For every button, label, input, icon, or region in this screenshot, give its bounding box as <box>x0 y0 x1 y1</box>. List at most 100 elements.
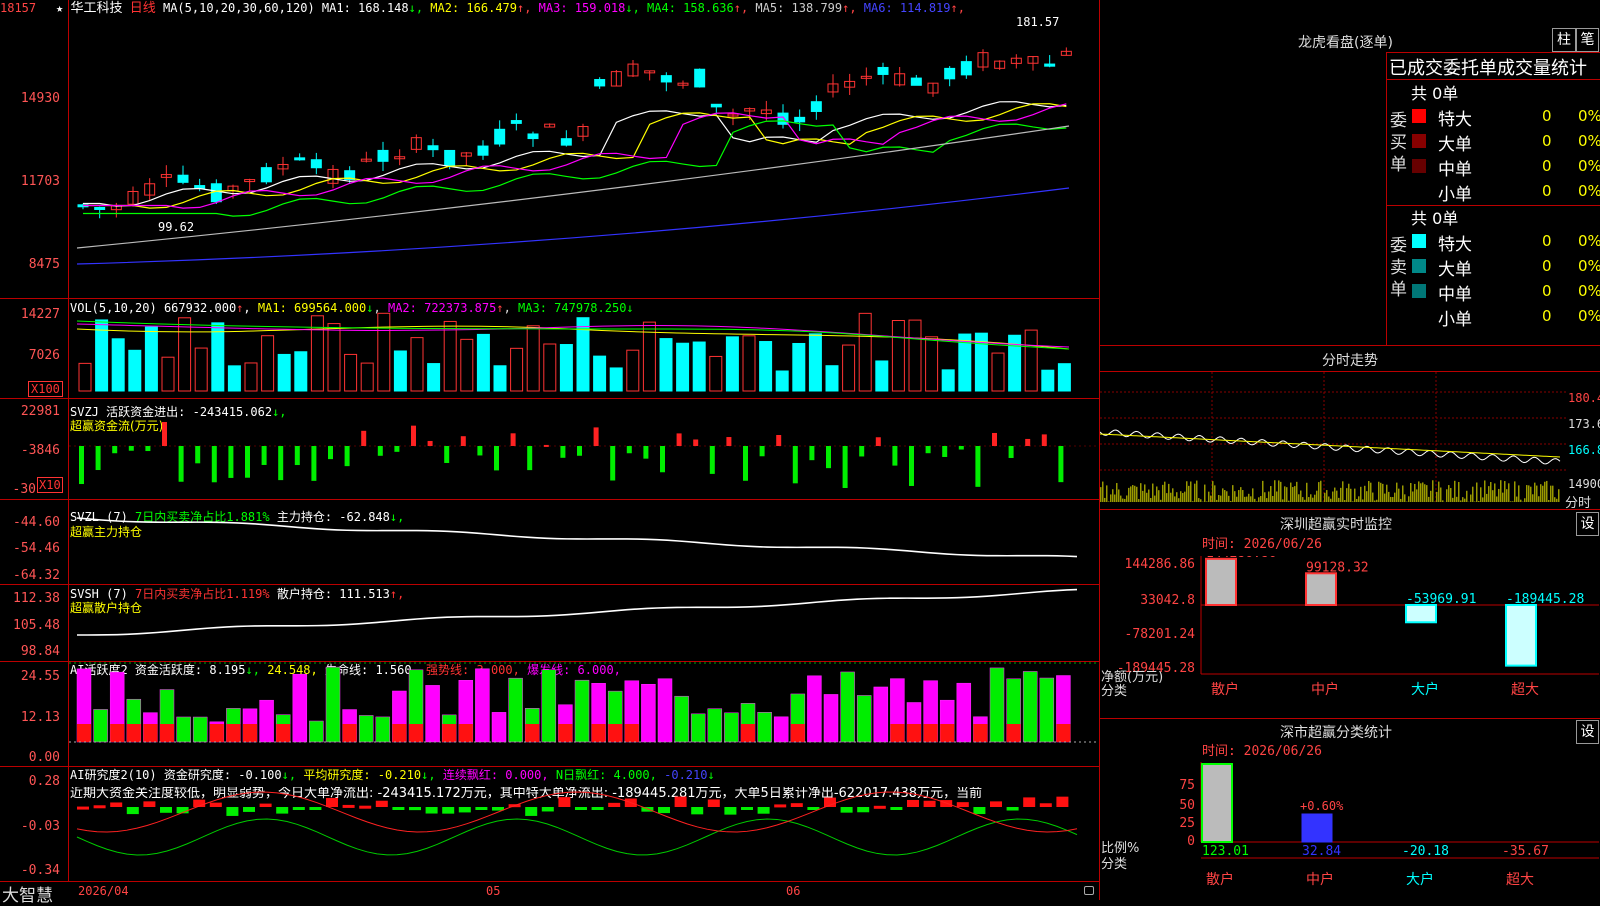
intraday-vol <box>1464 499 1466 502</box>
monitor-xlabel: 分类 <box>1101 684 1127 699</box>
order-pct: 0% <box>1578 307 1600 325</box>
bar-view-button[interactable]: 柱 <box>1552 28 1576 52</box>
flow-bar <box>843 446 848 488</box>
classify-ylabel: 比例% <box>1101 841 1139 856</box>
intraday-vol <box>1446 489 1448 502</box>
flow-bar <box>428 441 433 446</box>
intraday-vol <box>1326 490 1328 502</box>
intraday-vol <box>1354 489 1356 502</box>
intraday-vol <box>1186 481 1188 502</box>
intraday-vol <box>1154 496 1156 502</box>
vol-ma-line <box>77 326 1069 349</box>
intraday-vol <box>1486 494 1488 502</box>
volume-chart[interactable] <box>69 299 1099 398</box>
intraday-chart[interactable] <box>1100 372 1568 509</box>
activity-bar-base <box>625 724 639 742</box>
intraday-vol <box>1362 499 1364 502</box>
kline-chart[interactable] <box>69 0 1099 298</box>
intraday-vol <box>1252 488 1254 502</box>
intraday-vol <box>1482 497 1484 502</box>
divider <box>1099 718 1600 719</box>
svsh-chart[interactable] <box>69 585 1099 661</box>
monitor-chart[interactable]: 144286.8633042.8-78201.24-189445.2814428… <box>1099 556 1600 716</box>
candle <box>1045 64 1055 66</box>
candle <box>811 102 821 112</box>
intraday-vol <box>1530 487 1532 502</box>
intraday-title: 分时走势 <box>1322 350 1378 370</box>
flow-bar <box>1042 434 1047 446</box>
intraday-vol <box>1100 487 1102 502</box>
flow-bar <box>693 439 698 446</box>
intraday-vol <box>1398 489 1400 502</box>
intraday-vol <box>1548 500 1550 502</box>
intraday-vol <box>1342 481 1344 502</box>
activity-bar <box>724 713 738 742</box>
activity-bar <box>260 700 274 742</box>
intraday-vol <box>1414 484 1416 502</box>
svsh-axis-label: 105.48 <box>0 619 60 633</box>
classify-chart[interactable]: 7550250+0.60%123.01散户32.84中户-20.18大户-35.… <box>1099 762 1600 900</box>
intraday-vol <box>1488 486 1490 502</box>
net-value-label: -189445.28 <box>1506 592 1584 607</box>
intraday-vol <box>1460 500 1462 502</box>
intraday-vol <box>1332 492 1334 502</box>
research-bar <box>658 807 670 813</box>
vol-axis-label: 14227 <box>0 308 60 322</box>
activity-bar <box>193 717 207 742</box>
ai2-axis-label: -0.03 <box>0 820 60 834</box>
flow-bar <box>328 446 333 459</box>
volume-bar <box>544 344 556 391</box>
intraday-vol <box>1512 501 1514 502</box>
activity-bar-base <box>741 724 755 742</box>
intraday-vol <box>1192 501 1194 502</box>
intraday-vol <box>1172 488 1174 502</box>
research-bar <box>774 804 786 807</box>
intraday-vol <box>1498 489 1500 502</box>
intraday-vol <box>1288 501 1290 502</box>
volume-bar <box>494 366 506 391</box>
research-bar <box>293 807 305 810</box>
candle <box>478 146 488 155</box>
flow-bar <box>96 446 101 470</box>
flow-bar <box>444 446 449 463</box>
activity-bar-base <box>924 724 938 742</box>
flow-bar <box>162 422 167 446</box>
research-bar <box>741 807 753 810</box>
activity-bar <box>575 680 589 742</box>
svzj-chart[interactable] <box>69 399 1099 499</box>
order-total: 共 0单 <box>1411 205 1458 229</box>
research-bar <box>1056 797 1068 807</box>
svzj-unit-button[interactable]: X10 <box>37 477 63 493</box>
ai-research-chart[interactable] <box>69 767 1099 882</box>
vol-unit-button[interactable]: X100 <box>28 381 63 397</box>
candle <box>695 69 705 87</box>
research-bar <box>359 806 371 809</box>
order-size-label: 特大 <box>1438 230 1472 255</box>
activity-bar <box>807 676 821 742</box>
ma4-line <box>83 121 1066 216</box>
net-bar <box>1206 559 1236 605</box>
intraday-vol <box>1248 494 1250 502</box>
volume-bar <box>594 356 606 391</box>
intraday-vol <box>1188 486 1190 502</box>
color-swatch <box>1412 159 1426 173</box>
classify-settings-button[interactable]: 设 <box>1576 720 1599 744</box>
intraday-vol <box>1180 491 1182 502</box>
activity-bar-base <box>608 724 622 742</box>
intraday-vol <box>1260 496 1262 502</box>
ai-activity-chart[interactable] <box>69 662 1099 766</box>
research-bar <box>1007 807 1019 810</box>
volume-bar <box>527 326 539 391</box>
intraday-vol <box>1388 492 1390 502</box>
activity-bar <box>542 670 556 742</box>
activity-bar <box>874 687 888 742</box>
volume-bar <box>162 357 174 391</box>
intraday-vol <box>1238 490 1240 502</box>
lock-icon[interactable] <box>1084 886 1094 895</box>
star-icon[interactable]: ★ <box>56 1 63 15</box>
flow-bar <box>776 435 781 446</box>
tick-view-button[interactable]: 笔 <box>1576 28 1599 52</box>
svzl-chart[interactable] <box>69 500 1099 584</box>
monitor-ylabel: 净额(万元) <box>1101 670 1163 685</box>
monitor-settings-button[interactable]: 设 <box>1576 512 1599 536</box>
